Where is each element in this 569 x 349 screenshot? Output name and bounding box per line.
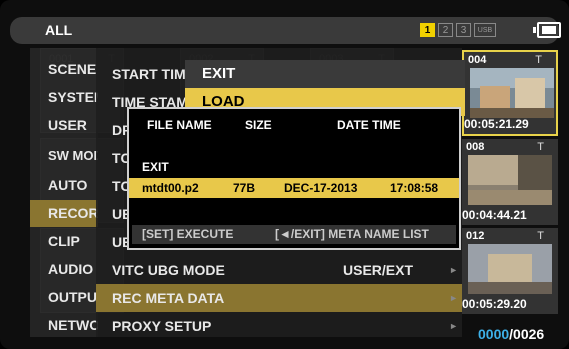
slot-1-indicator: 1: [420, 23, 435, 37]
main-menu: SCENE SYSTEM USER SW MODE AUTO RECORDING…: [30, 48, 98, 337]
slot-3-indicator: 3: [456, 23, 471, 37]
clip-counter-total: /0026: [509, 326, 545, 342]
column-header-file-name: FILE NAME: [147, 118, 212, 132]
menu-item-clip[interactable]: CLIP: [30, 228, 98, 255]
clip-type: T: [537, 141, 544, 153]
clip-preview-image: [468, 155, 552, 205]
file-date-cell: DEC-17-2013: [284, 181, 358, 195]
meta-name-list-hint: [◄/EXIT] META NAME LIST: [275, 227, 429, 241]
submenu-item-exit[interactable]: EXIT: [185, 60, 465, 88]
file-size-cell: 77B: [233, 181, 256, 195]
clip-counter-current: 0000: [478, 326, 510, 342]
menu-item-network[interactable]: NETWORK: [30, 312, 98, 339]
clip-preview-image: [468, 244, 552, 294]
clip-preview-image: [470, 68, 554, 118]
submenu-item-rec-meta-data[interactable]: REC META DATA ►: [96, 284, 462, 312]
menu-item-recording[interactable]: RECORDING: [30, 200, 98, 227]
clip-thumbnail[interactable]: 004 T 00:05:21.29: [462, 50, 558, 136]
top-status-bar: ALL 1 2 3 USB: [10, 17, 561, 44]
clip-timecode: 00:05:29.20: [462, 297, 527, 311]
camera-screen: ALL 1 2 3 USB 0001T 0002T 0003T 004 T 00…: [0, 0, 569, 349]
dialog-footer: [SET] EXECUTE [◄/EXIT] META NAME LIST: [132, 225, 456, 244]
clip-thumbnail[interactable]: 008 T 00:04:44.21: [462, 139, 558, 225]
file-time-cell: 17:08:58: [390, 181, 439, 195]
clip-timecode: 00:04:44.21: [462, 208, 527, 222]
clip-type: T: [535, 54, 542, 66]
dialog-exit-option[interactable]: EXIT: [142, 160, 169, 174]
menu-item-sw-mode[interactable]: SW MODE: [30, 142, 98, 169]
clip-number: 008: [466, 141, 485, 153]
view-title: ALL: [45, 22, 73, 38]
menu-item-output[interactable]: OUTPUT: [30, 284, 98, 311]
clip-timecode: 00:05:21.29: [464, 117, 529, 131]
menu-item-system[interactable]: SYSTEM: [30, 84, 98, 111]
column-header-date-time: DATE TIME: [337, 118, 401, 132]
menu-item-user[interactable]: USER: [30, 112, 98, 139]
clip-counter: 0000/0026: [478, 326, 544, 342]
meta-file-dialog: FILE NAME SIZE DATE TIME EXIT mtdt00.p2 …: [127, 107, 461, 250]
submenu-item-proxy-setup[interactable]: PROXY SETUP ►: [96, 312, 462, 340]
battery-icon: [533, 22, 561, 38]
file-row[interactable]: mtdt00.p2 77B DEC-17-2013 17:08:58: [129, 178, 459, 198]
usb-indicator: USB: [474, 23, 496, 37]
menu-item-audio[interactable]: AUDIO: [30, 256, 98, 283]
clip-thumbnail[interactable]: 012 T 00:05:29.20: [462, 228, 558, 314]
file-name-cell: mtdt00.p2: [142, 181, 199, 195]
arrow-right-icon: ►: [449, 321, 458, 331]
execute-hint: [SET] EXECUTE: [142, 227, 234, 241]
arrow-right-icon: ►: [449, 265, 458, 275]
menu-item-scene[interactable]: SCENE: [30, 56, 98, 83]
clip-number: 004: [468, 54, 487, 66]
vitc-ubg-mode-value: USER/EXT: [343, 262, 414, 278]
slot-2-indicator: 2: [438, 23, 453, 37]
menu-item-auto[interactable]: AUTO: [30, 172, 98, 199]
clip-type: T: [537, 230, 544, 242]
clip-number: 012: [466, 230, 485, 242]
arrow-right-icon: ►: [449, 293, 458, 303]
column-header-size: SIZE: [245, 118, 272, 132]
submenu-item-vitc-ubg-mode[interactable]: VITC UBG MODE USER/EXT ►: [96, 256, 462, 284]
